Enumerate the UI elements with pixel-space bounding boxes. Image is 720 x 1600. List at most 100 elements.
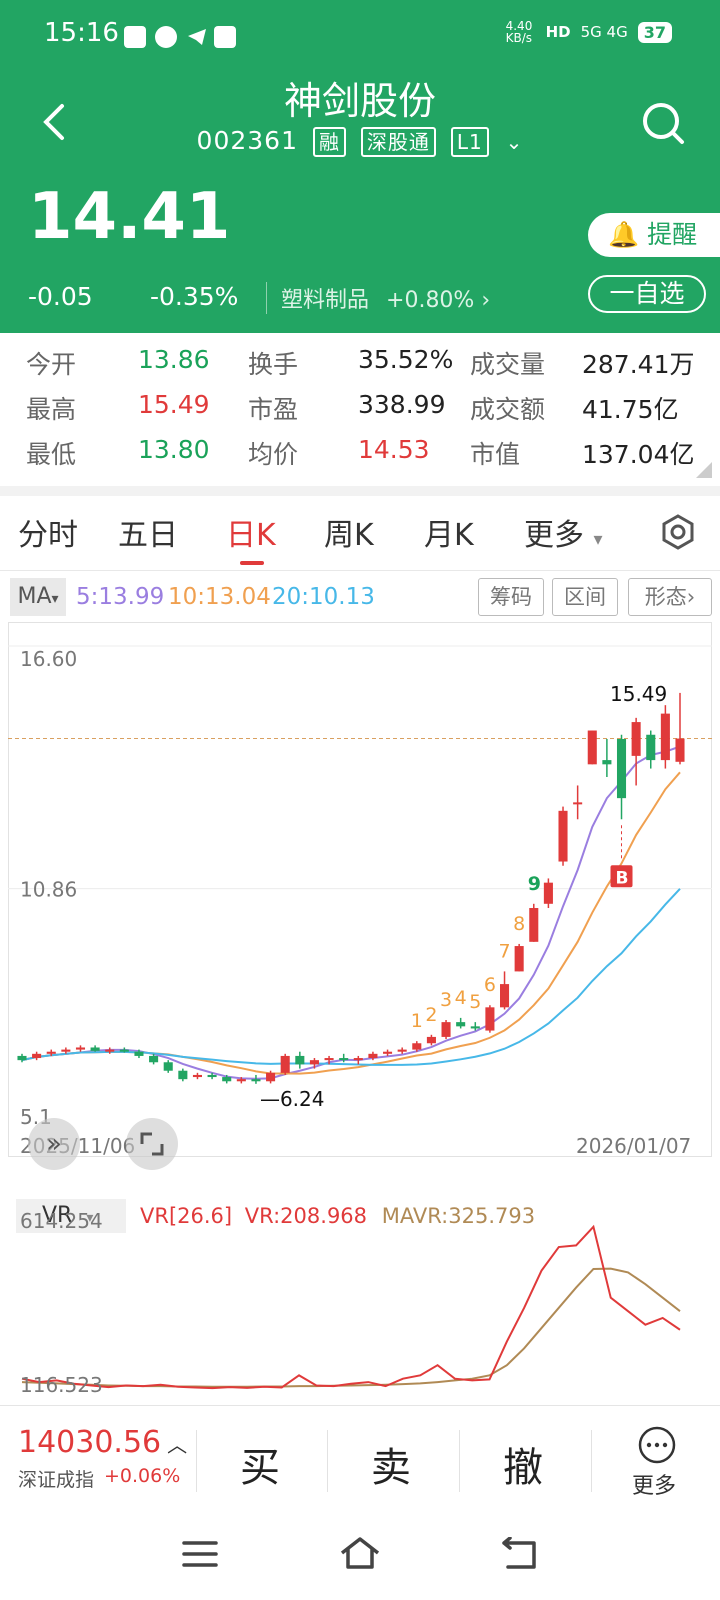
high-value: 15.49 — [138, 390, 210, 419]
sector-name: 塑料制品 — [281, 288, 370, 313]
tab-five-day[interactable]: 五日 — [118, 510, 178, 554]
sector-link[interactable]: 塑料制品 +0.80% › — [266, 282, 490, 314]
ma-select[interactable]: MA▾ — [10, 578, 66, 616]
stock-code: 002361 — [196, 126, 298, 155]
amount-label: 成交额 — [470, 395, 546, 424]
search-icon[interactable] — [640, 100, 688, 148]
candle — [192, 1072, 202, 1080]
chevron-down-icon[interactable]: ⌄ — [506, 130, 524, 154]
candle-body — [163, 1062, 173, 1071]
menu-icon[interactable] — [182, 1539, 218, 1569]
index-value[interactable]: 14030.56 ︿ — [18, 1425, 187, 1460]
tag-margin: 融 — [312, 127, 346, 157]
ma10-line — [21, 771, 681, 1075]
ma5-value: 5:13.99 — [76, 584, 165, 610]
tab-more-label: 更多 — [524, 518, 584, 553]
candle-body — [32, 1053, 42, 1059]
range-button[interactable]: 区间 — [552, 578, 618, 616]
expand-arrows-icon[interactable]: » — [28, 1118, 80, 1170]
candle-body — [383, 1051, 393, 1054]
candle-body — [587, 730, 597, 765]
candle-body — [368, 1053, 378, 1059]
low-marker-label: —6.24 — [260, 1087, 325, 1111]
candle-body — [266, 1072, 276, 1082]
candle-body — [134, 1051, 144, 1056]
notification-icon — [124, 26, 146, 48]
candle-body — [470, 1026, 480, 1029]
home-icon[interactable] — [338, 1535, 382, 1571]
candlestick-chart[interactable]: 16.6010.865.115.49—6.24123456789B2025/11… — [8, 622, 712, 1157]
candle-body — [426, 1036, 436, 1044]
index-change: +0.06% — [104, 1465, 181, 1487]
candle-body — [514, 946, 524, 972]
signal-label: 4 — [455, 987, 467, 1009]
candle-body — [660, 713, 670, 761]
watchlist-button[interactable]: 一自选 — [588, 275, 706, 313]
x-tick-label: 2026/01/07 — [576, 1134, 691, 1157]
candle-body — [46, 1051, 56, 1054]
tab-intraday[interactable]: 分时 — [18, 510, 78, 554]
back-nav-icon[interactable] — [500, 1537, 540, 1571]
candle-body — [90, 1047, 100, 1051]
buy-marker-label: B — [616, 868, 629, 888]
divider — [327, 1430, 328, 1492]
vr-line — [21, 1224, 681, 1390]
more-label[interactable]: 更多 — [632, 1468, 676, 1500]
expand-corner-icon[interactable] — [696, 462, 712, 478]
cancel-order-button[interactable]: 撤 — [463, 1435, 583, 1493]
candle-body — [280, 1055, 290, 1073]
tab-daily-k[interactable]: 日K — [226, 510, 276, 554]
candle — [163, 1060, 173, 1073]
volume-value: 287.41万 — [582, 350, 695, 379]
chevron-up-icon: ︿ — [167, 1433, 188, 1457]
divider — [0, 486, 720, 496]
sell-button[interactable]: 卖 — [331, 1435, 451, 1493]
candle-body — [485, 1007, 495, 1031]
signal-text: 5G 4G — [580, 23, 628, 41]
caret-down-icon: ▾ — [593, 529, 603, 550]
status-time: 15:16 — [44, 18, 119, 48]
candle-body — [61, 1049, 71, 1052]
chips-button[interactable]: 筹码 — [478, 578, 544, 616]
candle — [485, 1005, 495, 1033]
mavr-line — [21, 1267, 681, 1388]
candle-body — [119, 1049, 129, 1052]
signal-label: 2 — [425, 1004, 437, 1026]
tab-monthly-k[interactable]: 月K — [424, 510, 474, 554]
fullscreen-icon[interactable] — [126, 1118, 178, 1170]
candle-body — [646, 734, 656, 761]
code-row[interactable]: 002361 融 深股通 L1 ⌄ — [0, 126, 720, 157]
pe-value: 338.99 — [358, 390, 446, 419]
high-marker-label: 15.49 — [610, 682, 667, 706]
low-label: 最低 — [26, 440, 77, 469]
telegram-icon — [186, 26, 208, 48]
buy-button[interactable]: 买 — [200, 1435, 320, 1493]
tab-weekly-k[interactable]: 周K — [324, 510, 374, 554]
bell-icon: 🔔 — [608, 220, 640, 249]
app-icon — [155, 26, 177, 48]
candle — [529, 903, 539, 942]
signal-label: 7 — [499, 940, 511, 962]
candle — [17, 1053, 27, 1063]
mcap-value: 137.04亿 — [582, 440, 695, 469]
tab-more[interactable]: 更多 ▾ — [524, 510, 603, 554]
turnover-value: 35.52% — [358, 345, 454, 374]
more-icon[interactable] — [638, 1426, 676, 1464]
candle-body — [616, 738, 627, 799]
candle — [178, 1068, 188, 1082]
stock-name: 神剑股份 — [283, 79, 436, 123]
candle-body — [105, 1049, 115, 1052]
settings-icon[interactable] — [658, 512, 698, 552]
candle-body — [456, 1022, 466, 1027]
pattern-button[interactable]: 形态› — [628, 578, 712, 616]
avg-value: 14.53 — [358, 435, 430, 464]
alert-button[interactable]: 🔔 提醒 — [588, 213, 720, 257]
candle — [646, 730, 656, 769]
signal-label: 8 — [513, 913, 525, 935]
candle-body — [149, 1055, 159, 1063]
alert-label: 提醒 — [647, 220, 698, 249]
vr-indicator-chart[interactable]: 614.254 116.523 — [8, 1190, 712, 1400]
divider — [459, 1430, 460, 1492]
candle-body — [441, 1022, 451, 1037]
candle-body — [207, 1074, 217, 1078]
